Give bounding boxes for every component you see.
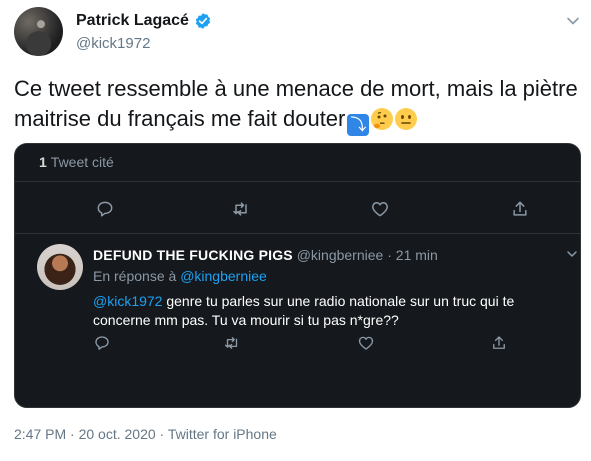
quote-count-number: 1 [39, 154, 47, 170]
meta-separator: · [155, 426, 168, 442]
chevron-down-icon[interactable] [566, 248, 578, 260]
reply-author-handle[interactable]: @kingberniee [297, 247, 384, 263]
author-name[interactable]: Patrick Lagacé [76, 12, 189, 30]
retweet-icon [224, 337, 238, 349]
reply-text: @kick1972 genre tu parles sur une radio … [93, 292, 553, 330]
tweet-body: Ce tweet ressemble à une menace de mort,… [14, 76, 578, 131]
divider [15, 181, 580, 182]
share-icon [493, 336, 505, 349]
reply-time[interactable]: 21 min [396, 247, 438, 263]
like-button[interactable] [357, 334, 375, 352]
retweet-icon [233, 202, 247, 216]
tweet-source[interactable]: Twitter for iPhone [168, 426, 277, 442]
thinking-face-emoji [371, 108, 394, 130]
in-reply-to: En réponse à @kingberniee [93, 268, 267, 284]
reply-to-label: En réponse à [93, 268, 177, 284]
like-button[interactable] [370, 199, 390, 219]
reply-author-avatar[interactable] [37, 244, 83, 290]
reply-button[interactable] [93, 334, 111, 352]
arrow-down-right-emoji: ⤵ [347, 114, 370, 136]
mention-link[interactable]: @kick1972 [93, 293, 162, 309]
neutral-face-emoji [395, 108, 418, 130]
quoted-tweet-card[interactable]: 1 Tweet cité DEFUND THE FUCKING PIGS @kin… [14, 143, 581, 408]
tweet-text: Ce tweet ressemble à une menace de mort,… [14, 74, 579, 136]
timestamp[interactable]: 2:47 PM · 20 oct. 2020 [14, 426, 156, 442]
heart-icon [358, 336, 374, 350]
share-icon [513, 201, 527, 216]
reply-button[interactable] [95, 199, 115, 219]
chevron-down-icon[interactable] [566, 14, 580, 28]
author-name-row: Patrick Lagacé [76, 12, 212, 30]
share-button[interactable] [490, 334, 508, 352]
reply-author-name[interactable]: DEFUND THE FUCKING PIGS [93, 247, 293, 263]
retweet-button[interactable] [223, 334, 241, 352]
divider [15, 233, 580, 234]
retweet-button[interactable] [231, 199, 251, 219]
dot-separator: · [387, 247, 392, 263]
reply-header: DEFUND THE FUCKING PIGS @kingberniee · 2… [93, 247, 438, 263]
author-avatar[interactable] [14, 7, 63, 56]
tweet-meta: 2:47 PM · 20 oct. 2020 · Twitter for iPh… [14, 426, 277, 442]
heart-icon [372, 202, 388, 217]
quote-tweet-count[interactable]: 1 Tweet cité [39, 154, 114, 170]
verified-badge-icon [195, 13, 211, 29]
reply-icon [97, 201, 113, 217]
reply-to-link[interactable]: @kingberniee [180, 268, 267, 284]
author-handle[interactable]: @kick1972 [76, 35, 150, 52]
share-button[interactable] [510, 199, 530, 219]
quote-count-label: Tweet cité [50, 154, 114, 170]
reply-icon [95, 336, 109, 350]
